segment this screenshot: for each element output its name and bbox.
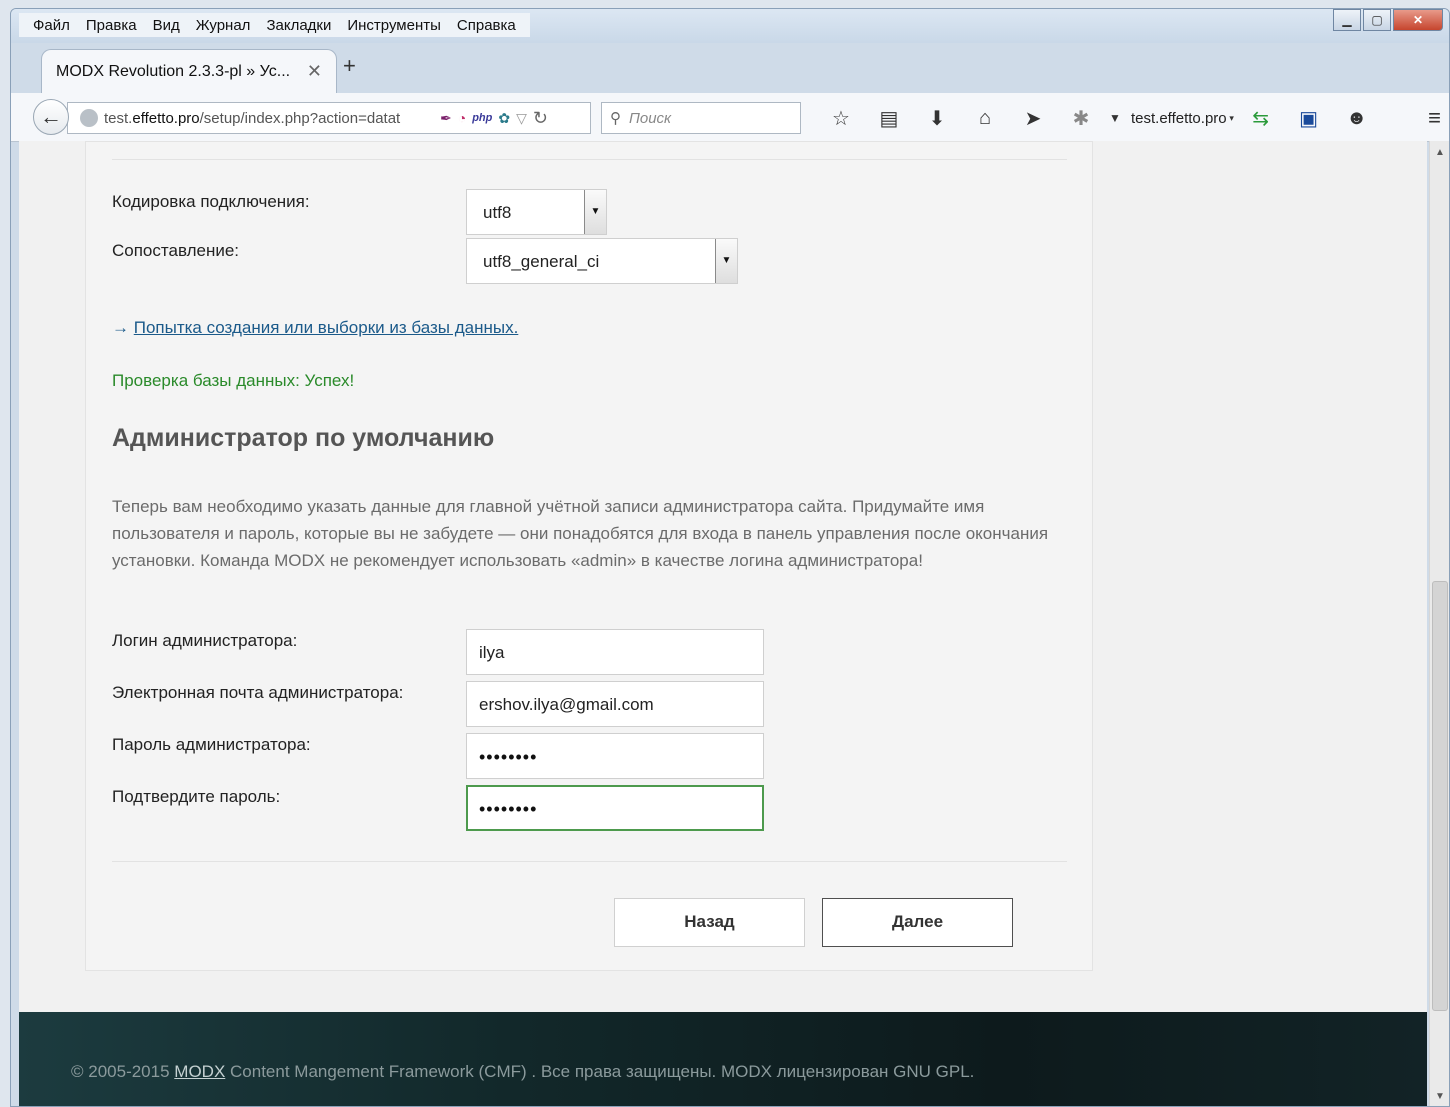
reading-list-icon[interactable]: ▤ [865, 106, 913, 131]
minimize-button[interactable]: ▁ [1333, 9, 1361, 31]
search-input[interactable]: ⚲ Поиск [601, 102, 801, 134]
send-icon[interactable]: ➤ [1009, 106, 1057, 131]
scroll-up-icon[interactable]: ▲ [1435, 147, 1445, 158]
next-step-button[interactable]: Далее [822, 898, 1013, 947]
site-dropdown-arrow-icon[interactable]: ▼ [1105, 111, 1125, 125]
site-caret-icon[interactable]: ▾ [1227, 113, 1237, 124]
charset-label: Кодировка подключения: [112, 192, 310, 211]
download-icon[interactable]: ⬇ [913, 106, 961, 131]
back-button[interactable]: ← [33, 99, 69, 135]
tab-modx-setup[interactable]: MODX Revolution 2.3.3-pl » Ус... ✕ [41, 49, 337, 93]
new-tab-icon[interactable]: + [343, 53, 356, 79]
search-placeholder: Поиск [629, 109, 672, 127]
curl-icon[interactable]: ◔ [458, 110, 466, 126]
collation-value: utf8_general_ci [483, 252, 600, 271]
title-bar: Файл Правка Вид Журнал Закладки Инструме… [11, 9, 1449, 43]
collation-select[interactable]: utf8_general_ci ▼ [466, 238, 738, 284]
globe-icon [80, 109, 98, 127]
site-dropdown[interactable]: test.effetto.pro [1131, 110, 1227, 127]
window-controls: ▁ ▢ ✕ [1331, 9, 1443, 31]
email-value: ershov.ilya@gmail.com [479, 695, 654, 714]
login-value: ilya [479, 643, 505, 662]
charset-select[interactable]: utf8 ▼ [466, 189, 607, 235]
footer-rights: Content Mangement Framework (CMF) . Все … [230, 1062, 975, 1081]
db-status-message: Проверка базы данных: Успех! [112, 371, 355, 390]
url-domain: effetto.pro [132, 109, 200, 127]
charset-value: utf8 [483, 203, 512, 222]
home-icon[interactable]: ⌂ [961, 107, 1009, 130]
toolbar-icons: ☆ ▤ ⬇ ⌂ ➤ ✱ ▼ test.effetto.pro ▾ ⇆ ▣ ☻ [817, 102, 1381, 134]
maximize-button[interactable]: ▢ [1363, 9, 1391, 31]
admin-heading: Администратор по умолчанию [112, 424, 495, 452]
url-path: /setup/index.php?action=datat [199, 109, 401, 127]
tab-title: MODX Revolution 2.3.3-pl » Ус... [56, 62, 291, 80]
password-value: •••••••• [479, 747, 538, 767]
menu-view[interactable]: Вид [153, 17, 180, 34]
menu-tools[interactable]: Инструменты [347, 17, 441, 34]
admin-password-input[interactable]: •••••••• [466, 733, 764, 779]
page-viewport: Кодировка подключения: utf8 ▼ Сопоставле… [19, 141, 1427, 1106]
confirm-password-label: Подтвердите пароль: [112, 787, 281, 806]
menu-help[interactable]: Справка [457, 17, 516, 34]
scroll-down-icon[interactable]: ▼ [1435, 1091, 1445, 1102]
confirm-password-value: •••••••• [479, 799, 538, 819]
page-footer: © 2005-2015 MODX Content Mangement Frame… [19, 1012, 1427, 1106]
menu-bar: Файл Правка Вид Журнал Закладки Инструме… [19, 13, 530, 37]
vertical-scrollbar[interactable]: ▲ ▼ [1429, 141, 1449, 1106]
dropdown-arrow-icon[interactable]: ▽ [516, 110, 527, 127]
search-icon: ⚲ [610, 110, 621, 127]
close-window-button[interactable]: ✕ [1393, 9, 1443, 31]
email-label: Электронная почта администратора: [112, 683, 404, 702]
divider [112, 159, 1067, 160]
menu-bookmarks[interactable]: Закладки [266, 17, 331, 34]
confirm-password-input[interactable]: •••••••• [466, 785, 764, 831]
chevron-down-icon[interactable]: ▼ [715, 239, 737, 283]
admin-login-input[interactable]: ilya [466, 629, 764, 675]
reload-icon[interactable]: ↻ [533, 108, 548, 129]
pvd-icon[interactable]: ▣ [1285, 106, 1333, 131]
bug-icon[interactable]: ✱ [1057, 106, 1105, 131]
url-prefix: test. [104, 109, 133, 127]
gear-addon-icon[interactable]: ✿ [498, 110, 510, 127]
tab-bar: MODX Revolution 2.3.3-pl » Ус... ✕ + [11, 43, 1449, 93]
menu-file[interactable]: Файл [33, 17, 70, 34]
db-test-link-row: → Попытка создания или выборки из базы д… [112, 318, 518, 338]
footer-text: © 2005-2015 MODX Content Mangement Frame… [71, 1062, 974, 1082]
footer-modx-link[interactable]: MODX [174, 1062, 225, 1081]
url-text[interactable]: test.effetto.pro/setup/index.php?action=… [104, 110, 434, 127]
menu-hamburger-icon[interactable]: ≡ [1428, 105, 1441, 131]
admin-intro-text: Теперь вам необходимо указать данные для… [112, 497, 1049, 570]
setup-panel: Кодировка подключения: utf8 ▼ Сопоставле… [85, 141, 1093, 971]
browser-window: Файл Правка Вид Журнал Закладки Инструме… [10, 8, 1450, 1107]
nav-toolbar: test.effetto.pro/setup/index.php?action=… [11, 93, 1449, 142]
menu-history[interactable]: Журнал [196, 17, 251, 34]
url-bar[interactable]: test.effetto.pro/setup/index.php?action=… [67, 102, 591, 134]
divider [112, 861, 1067, 862]
menu-edit[interactable]: Правка [86, 17, 137, 34]
chat-icon[interactable]: ☻ [1333, 107, 1381, 130]
php-icon[interactable]: php [472, 112, 492, 124]
arrow-icon: → [112, 318, 129, 337]
feather-icon[interactable]: ✒ [440, 110, 452, 127]
scroll-thumb[interactable] [1432, 581, 1448, 1011]
db-test-link[interactable]: Попытка создания или выборки из базы дан… [134, 318, 519, 337]
url-addon-icons: ✒ ◔ php ✿ ▽ ↻ [440, 108, 548, 129]
footer-copyright: © 2005-2015 [71, 1062, 170, 1081]
login-label: Логин администратора: [112, 631, 298, 650]
password-label: Пароль администратора: [112, 735, 311, 754]
chevron-down-icon[interactable]: ▼ [584, 190, 606, 234]
bookmark-star-icon[interactable]: ☆ [817, 106, 865, 131]
collation-label: Сопоставление: [112, 241, 240, 260]
tab-close-icon[interactable]: ✕ [307, 61, 322, 82]
sync-arrows-icon[interactable]: ⇆ [1237, 106, 1285, 131]
back-step-button[interactable]: Назад [614, 898, 805, 947]
admin-email-input[interactable]: ershov.ilya@gmail.com [466, 681, 764, 727]
